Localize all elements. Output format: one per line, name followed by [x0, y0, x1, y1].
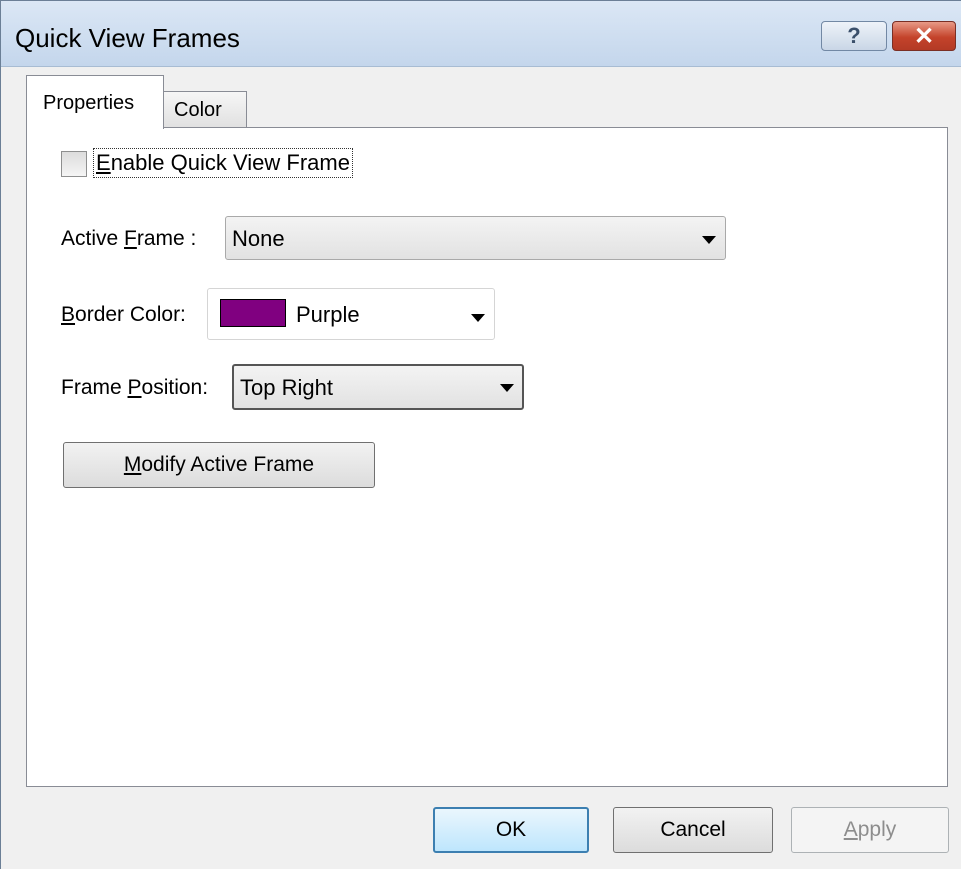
dialog-title: Quick View Frames [15, 23, 240, 53]
title-bar: Quick View Frames ? ✕ [1, 1, 961, 67]
tab-properties-label: Properties [43, 92, 135, 114]
chevron-down-icon [471, 314, 485, 322]
quick-view-frames-dialog: Quick View Frames ? ✕ Properties Color E… [0, 0, 961, 869]
help-button[interactable]: ? [821, 21, 887, 51]
active-frame-label: Active Frame : [61, 227, 197, 250]
tab-color-label: Color [174, 99, 222, 121]
frame-position-value: Top Right [240, 375, 333, 400]
question-icon: ? [847, 23, 861, 48]
active-frame-dropdown[interactable]: None [225, 216, 726, 260]
color-swatch [220, 299, 286, 327]
close-icon: ✕ [913, 22, 935, 50]
frame-position-label: Frame Position: [61, 376, 209, 399]
modify-active-frame-label: Modify Active Frame [123, 453, 315, 476]
frame-position-dropdown[interactable]: Top Right [232, 364, 524, 410]
border-color-dropdown[interactable]: Purple [207, 288, 495, 340]
apply-label: Apply [843, 818, 897, 841]
chevron-down-icon [500, 384, 514, 392]
cancel-button[interactable]: Cancel [613, 807, 773, 853]
close-button[interactable]: ✕ [892, 21, 956, 51]
apply-button[interactable]: Apply [791, 807, 949, 853]
cancel-label: Cancel [660, 818, 726, 841]
modify-active-frame-button[interactable]: Modify Active Frame [63, 442, 375, 488]
enable-quick-view-frame-checkbox[interactable] [61, 151, 87, 177]
tab-properties[interactable]: Properties [26, 75, 164, 129]
enable-quick-view-frame-label[interactable]: Enable Quick View Frame [93, 148, 353, 178]
border-color-label: Border Color: [61, 303, 186, 326]
chevron-down-icon [702, 236, 716, 244]
tab-color[interactable]: Color [163, 91, 247, 127]
border-color-value: Purple [296, 302, 360, 327]
active-frame-value: None [232, 226, 285, 251]
ok-label: OK [495, 818, 527, 841]
ok-button[interactable]: OK [433, 807, 589, 853]
